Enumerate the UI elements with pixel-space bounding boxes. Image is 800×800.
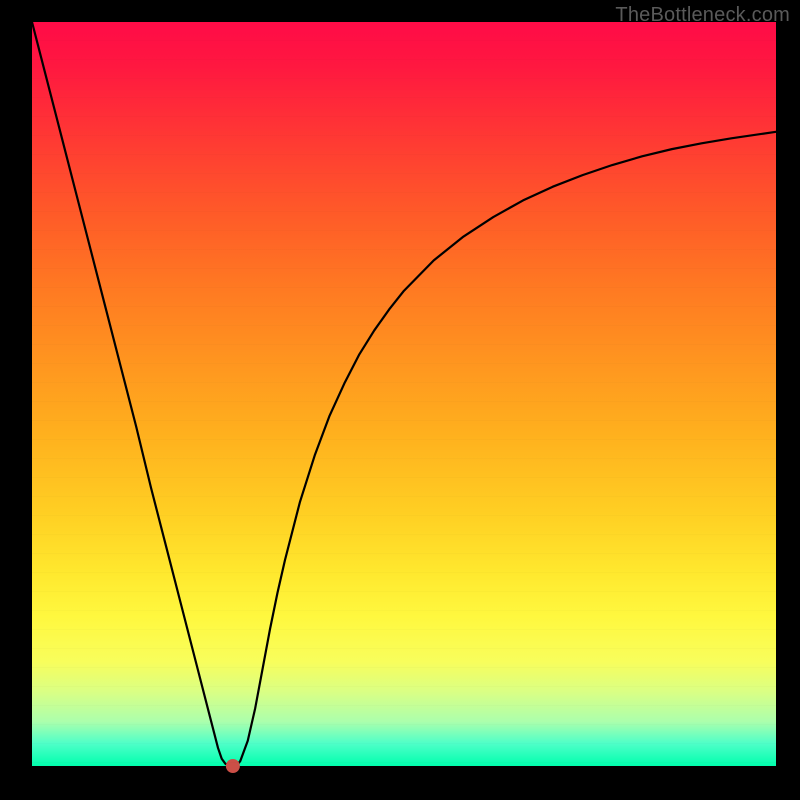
plot-area [32,22,776,766]
chart-frame: TheBottleneck.com [0,0,800,800]
bottleneck-curve [32,22,776,766]
